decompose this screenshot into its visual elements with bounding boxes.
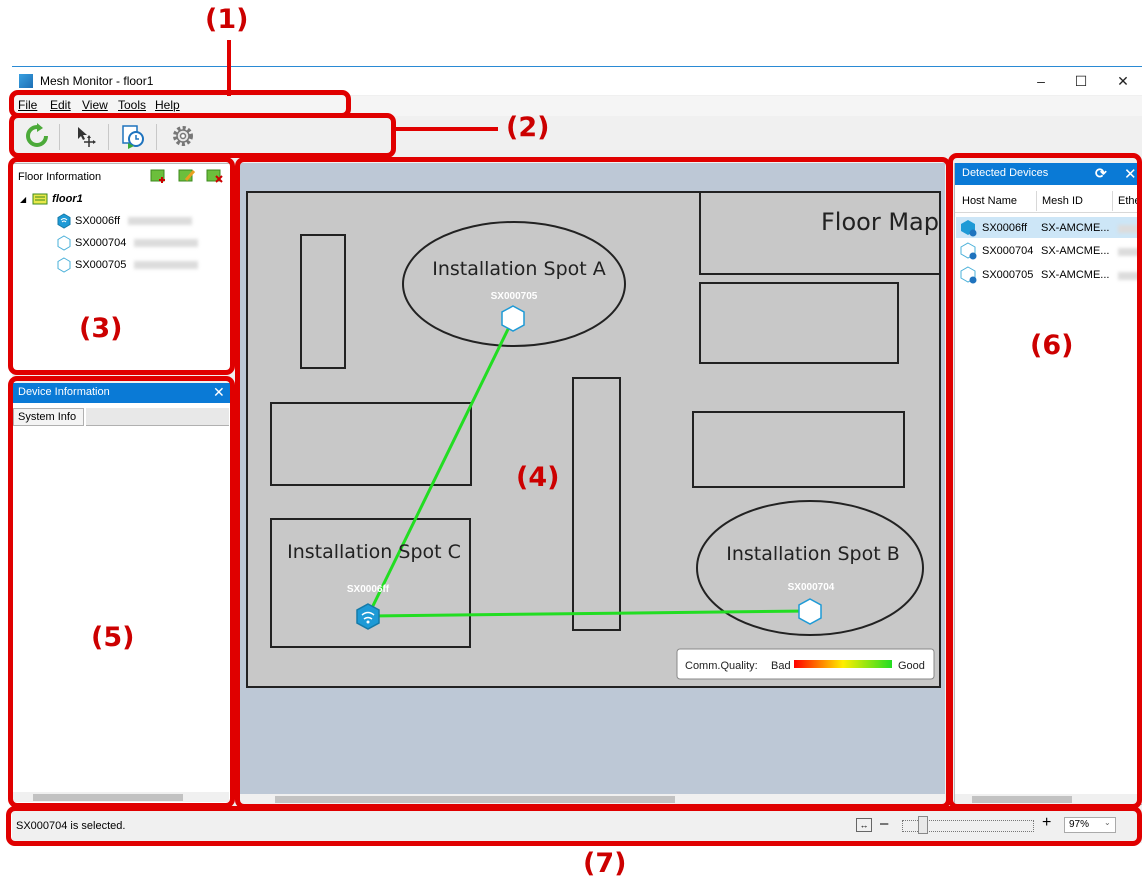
window-title: Mesh Monitor - floor1 bbox=[40, 74, 154, 88]
maximize-button[interactable]: ☐ bbox=[1066, 70, 1096, 92]
callout-6: (6) bbox=[1030, 330, 1074, 361]
app-icon bbox=[19, 74, 33, 88]
callout-3: (3) bbox=[79, 313, 123, 344]
annotation-leader-1 bbox=[227, 40, 231, 96]
callout-2: (2) bbox=[506, 112, 550, 143]
annotation-box-4 bbox=[235, 157, 951, 809]
annotation-box-7 bbox=[6, 806, 1142, 846]
annotation-box-2 bbox=[9, 113, 396, 158]
annotation-leader-2 bbox=[394, 127, 498, 131]
callout-1: (1) bbox=[205, 4, 249, 35]
callout-5: (5) bbox=[91, 622, 135, 653]
annotation-box-6 bbox=[948, 153, 1142, 809]
minimize-button[interactable]: – bbox=[1026, 70, 1056, 92]
close-window-button[interactable]: ✕ bbox=[1108, 70, 1138, 92]
callout-7: (7) bbox=[583, 848, 627, 879]
annotation-box-5 bbox=[8, 376, 235, 808]
callout-4: (4) bbox=[516, 462, 560, 493]
